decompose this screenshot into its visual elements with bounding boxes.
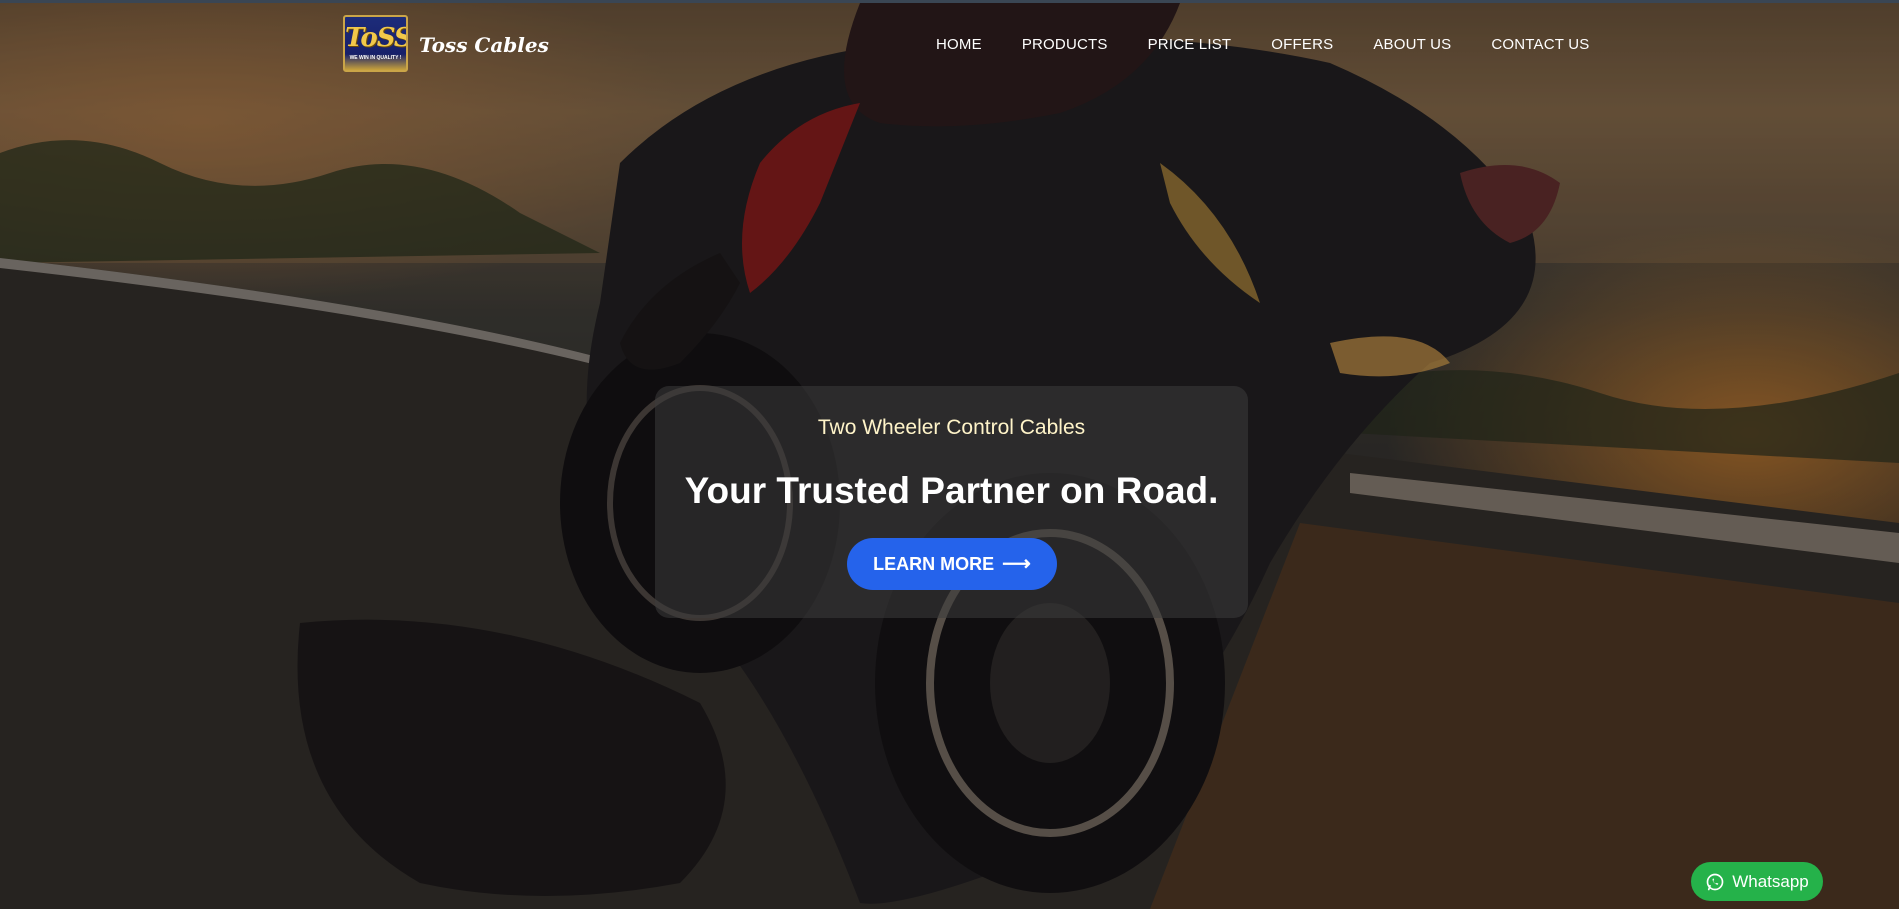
brand-logo[interactable]: ToSS WE WIN IN QUALITY ! <box>343 15 408 72</box>
navbar: ToSS WE WIN IN QUALITY ! Toss Cables HOM… <box>0 3 1899 88</box>
hero-card: Two Wheeler Control Cables Your Trusted … <box>655 386 1248 618</box>
logo-mark: ToSS <box>345 23 408 53</box>
learn-more-label: LEARN MORE <box>873 553 995 574</box>
whatsapp-button[interactable]: Whatsapp <box>1691 862 1823 901</box>
hero-subtitle: Two Wheeler Control Cables <box>817 416 1086 439</box>
brand-name[interactable]: Toss Cables <box>419 33 549 57</box>
hero-section: ToSS WE WIN IN QUALITY ! Toss Cables HOM… <box>0 0 1899 909</box>
whatsapp-icon <box>1706 873 1724 890</box>
nav-item-contact-us[interactable]: CONTACT US <box>1491 36 1589 53</box>
learn-more-button[interactable]: LEARN MORE ⟶ <box>847 538 1057 590</box>
nav-item-price-list[interactable]: PRICE LIST <box>1148 36 1232 53</box>
nav-item-home[interactable]: HOME <box>936 36 982 53</box>
hero-title: Your Trusted Partner on Road. <box>684 470 1219 511</box>
arrow-right-icon: ⟶ <box>1002 553 1031 575</box>
logo-tagline: WE WIN IN QUALITY ! <box>349 55 402 61</box>
nav-item-products[interactable]: PRODUCTS <box>1022 36 1108 53</box>
main-nav: HOME PRODUCTS PRICE LIST OFFERS ABOUT US… <box>936 36 1589 53</box>
nav-item-about-us[interactable]: ABOUT US <box>1373 36 1451 53</box>
nav-item-offers[interactable]: OFFERS <box>1271 36 1333 53</box>
whatsapp-label: Whatsapp <box>1732 871 1809 891</box>
